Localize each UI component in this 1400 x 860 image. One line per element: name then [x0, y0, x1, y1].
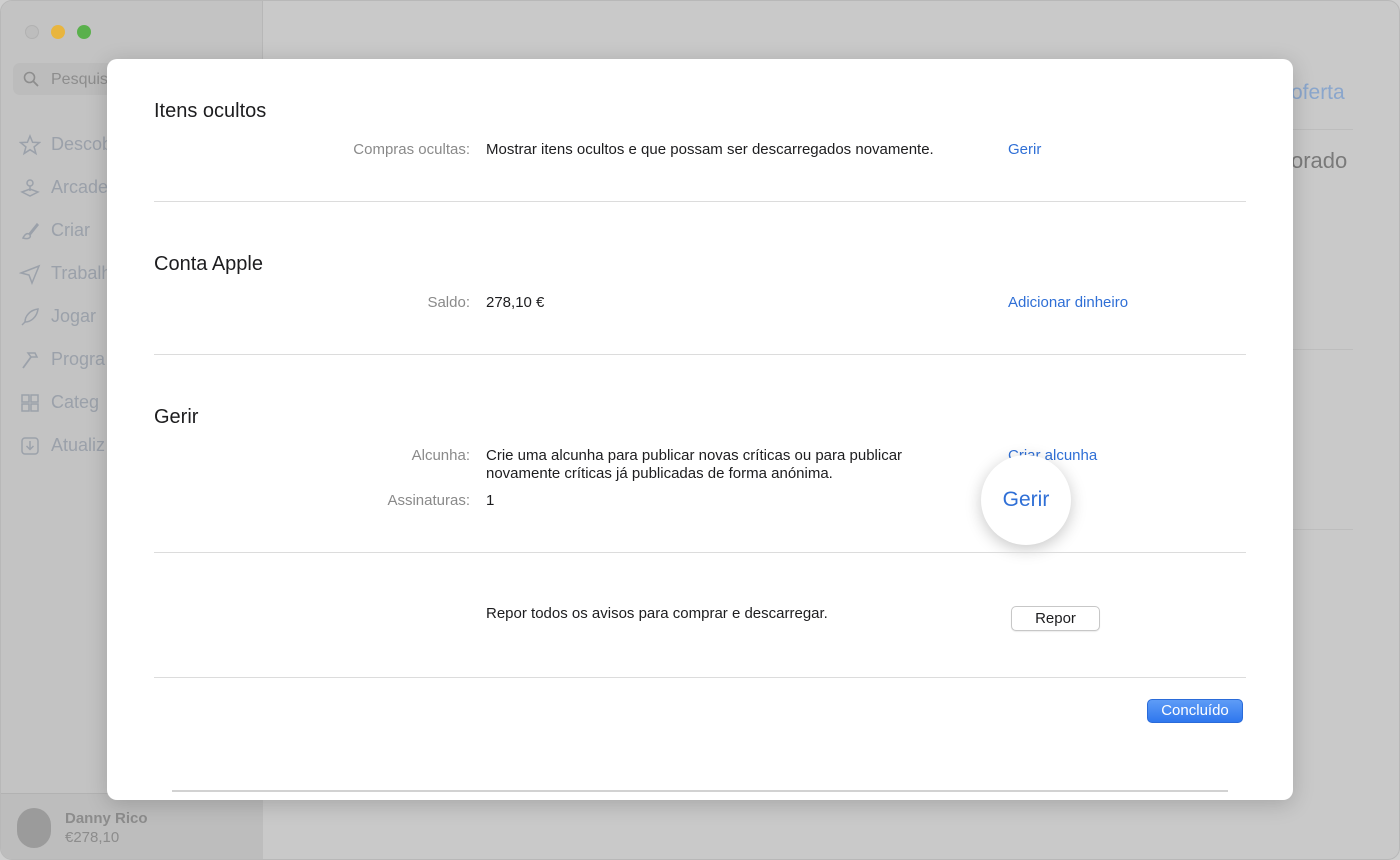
divider	[154, 677, 1246, 678]
star-icon	[19, 133, 41, 155]
main-heading: orado	[1291, 148, 1348, 173]
sidebar-item-label: Descob	[51, 134, 113, 154]
hammer-icon	[22, 351, 39, 369]
section-title-manage: Gerir	[154, 406, 199, 428]
paper-plane-icon	[19, 264, 41, 285]
subscriptions-count: 1	[486, 492, 495, 509]
nickname-description-line: Crie uma alcunha para publicar novas crí…	[486, 447, 903, 464]
sidebar-item-label: Criar	[51, 220, 90, 240]
window-controls	[25, 25, 91, 39]
sidebar-item-arcade[interactable]: Arcade	[19, 166, 112, 209]
manage-subscriptions-link[interactable]: Gerir	[981, 455, 1071, 545]
reset-warnings-description: Repor todos os avisos para comprar e des…	[486, 605, 828, 622]
add-money-link[interactable]: Adicionar dinheiro	[1008, 294, 1128, 311]
divider	[154, 552, 1246, 553]
sidebar-item-develop[interactable]: Progra	[19, 338, 112, 381]
sidebar-item-label: Progra	[51, 349, 106, 369]
minimize-window-button[interactable]	[51, 25, 65, 39]
done-button[interactable]: Concluído	[1147, 699, 1243, 723]
divider	[172, 790, 1228, 792]
sidebar-item-categories[interactable]: Categ	[19, 381, 112, 424]
balance-label: Saldo:	[427, 294, 470, 311]
nickname-label: Alcunha:	[411, 447, 470, 464]
reset-button[interactable]: Repor	[1011, 606, 1100, 631]
divider	[1291, 129, 1353, 130]
account-settings-sheet: Itens ocultos Compras ocultas: Mostrar i…	[107, 59, 1293, 800]
sidebar-item-work[interactable]: Trabalh	[19, 252, 112, 295]
user-name: Danny Rico	[65, 810, 148, 827]
sidebar-item-label: Arcade	[51, 177, 109, 197]
sidebar-item-label: Atualiz	[51, 435, 106, 455]
sidebar-item-create[interactable]: Criar	[19, 209, 112, 252]
joystick-icon	[20, 178, 40, 197]
download-icon	[21, 436, 39, 455]
divider	[1291, 349, 1353, 350]
search-placeholder: Pesquis	[51, 71, 108, 88]
brush-icon	[21, 222, 40, 239]
avatar	[17, 808, 51, 848]
maximize-window-button[interactable]	[77, 25, 91, 39]
sidebar-item-play[interactable]: Jogar	[19, 295, 112, 338]
balance-value: 278,10 €	[486, 294, 545, 311]
nickname-description: Crie uma alcunha para publicar novas crí…	[486, 447, 902, 483]
nickname-description-line: novamente críticas já publicadas de form…	[486, 465, 833, 482]
divider	[1291, 529, 1353, 530]
close-window-button[interactable]	[25, 25, 39, 39]
sidebar-item-label: Trabalh	[51, 263, 112, 283]
sidebar-item-updates[interactable]: Atualiz	[19, 424, 112, 467]
hidden-purchases-label: Compras ocultas:	[353, 141, 470, 158]
sidebar-item-label: Categ	[51, 392, 100, 412]
user-balance: €278,10	[65, 829, 120, 846]
sidebar-nav: Descob Arcade Criar Trabalh Jogar Progra	[19, 123, 112, 467]
manage-hidden-link[interactable]: Gerir	[1008, 141, 1041, 158]
search-icon	[23, 71, 39, 87]
main-offer-link[interactable]: oferta	[1291, 81, 1345, 105]
subscriptions-label: Assinaturas:	[387, 492, 470, 509]
hidden-purchases-description: Mostrar itens ocultos e que possam ser d…	[486, 141, 934, 158]
divider	[154, 354, 1246, 355]
sidebar-item-label: Jogar	[51, 306, 97, 326]
section-title-apple-account: Conta Apple	[154, 253, 263, 275]
section-title-hidden-items: Itens ocultos	[154, 100, 267, 122]
grid-icon	[21, 393, 39, 412]
rocket-icon	[21, 307, 39, 326]
account-footer[interactable]: Danny Rico €278,10	[1, 793, 263, 859]
divider	[154, 201, 1246, 202]
sidebar-item-discover[interactable]: Descob	[19, 123, 112, 166]
